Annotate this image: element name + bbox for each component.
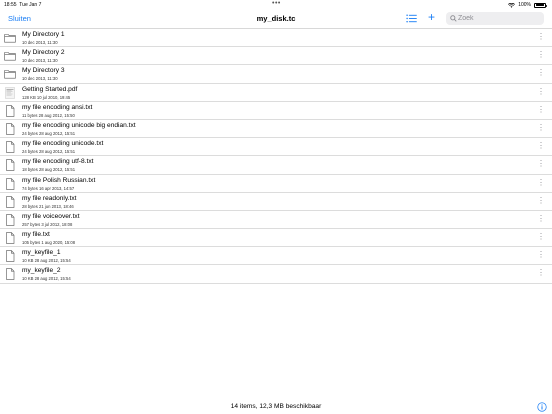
document-icon	[6, 177, 15, 190]
search-field[interactable]	[446, 12, 544, 25]
search-input[interactable]	[458, 12, 542, 25]
item-name: My Directory 3	[22, 67, 65, 75]
list-item[interactable]: my file.txt 105 bytes 1 aug 2020, 15:08 ⋮	[0, 229, 552, 248]
more-options-icon[interactable]: ⋮	[537, 67, 545, 79]
more-options-icon[interactable]: ⋮	[537, 122, 545, 134]
more-options-icon[interactable]: ⋮	[537, 158, 545, 170]
more-options-icon[interactable]: ⋮	[537, 249, 545, 261]
item-meta: 11 bytes 28 aug 2012, 15:50	[22, 112, 75, 118]
item-name: my file encoding unicode big endian.txt	[22, 121, 136, 129]
item-name: My Directory 1	[22, 31, 65, 38]
more-options-icon[interactable]: ⋮	[537, 86, 545, 98]
more-options-icon[interactable]: ⋮	[537, 177, 545, 189]
battery-icon	[534, 2, 548, 8]
storage-summary: 14 items, 12,3 MB beschikbaar	[230, 403, 322, 410]
more-options-icon[interactable]: ⋮	[537, 231, 545, 243]
document-icon	[6, 268, 15, 281]
more-options-icon[interactable]: ⋮	[537, 140, 545, 152]
multitasking-dots-icon[interactable]: •••	[272, 0, 281, 7]
more-options-icon[interactable]: ⋮	[537, 213, 545, 225]
list-item[interactable]: Getting Started.pdf 128 KB 10 jul 2010, 1…	[0, 84, 552, 102]
list-item[interactable]: my file voiceover.txt 257 bytes 3 jul 201…	[0, 211, 552, 230]
document-icon	[6, 159, 15, 172]
battery-percent: 100%	[518, 2, 531, 8]
list-item[interactable]: My Directory 3 10 dec 2013, 11:30 ⋮	[0, 65, 552, 84]
item-name: my file Polish Russian.txt	[22, 176, 96, 184]
document-icon	[6, 214, 15, 226]
list-item[interactable]: my file Polish Russian.txt 74 bytes 16 ap…	[0, 175, 552, 193]
wifi-icon	[508, 2, 516, 8]
item-meta: 74 bytes 16 apr 2013, 14:57	[22, 185, 75, 191]
more-options-icon[interactable]: ⋮	[537, 49, 545, 61]
item-meta: 10 dec 2013, 11:30	[22, 58, 58, 64]
item-meta: 257 bytes 3 jul 2012, 18:08	[22, 221, 73, 227]
search-icon	[450, 15, 457, 22]
document-icon	[6, 141, 15, 153]
document-icon	[6, 250, 15, 262]
folder-icon	[4, 70, 16, 79]
list-item[interactable]: my file encoding unicode big endian.txt 2…	[0, 120, 552, 139]
status-bar: 18:55 Tue Jan 7 ••• 100%	[0, 0, 552, 9]
list-item[interactable]: my file readonly.txt 28 bytes 21 jun 2013…	[0, 193, 552, 211]
document-icon	[6, 195, 15, 208]
folder-icon	[4, 52, 16, 61]
list-item[interactable]: my file encoding utf-8.txt 18 bytes 28 au…	[0, 156, 552, 175]
info-icon[interactable]	[537, 402, 547, 412]
item-name: my file readonly.txt	[22, 194, 77, 202]
list-item[interactable]: My Directory 1 10 dec 2013, 11:30 ⋮	[0, 29, 552, 48]
more-options-icon[interactable]: ⋮	[537, 104, 545, 116]
more-options-icon[interactable]: ⋮	[537, 31, 545, 43]
item-meta: 10 dec 2013, 11:30	[22, 76, 58, 82]
status-right: 100%	[508, 2, 548, 8]
list-item[interactable]: my file encoding unicode.txt 24 bytes 28 …	[0, 138, 552, 157]
item-meta: 10 KB 28 aug 2012, 15:54	[22, 258, 71, 264]
list-item[interactable]: My Directory 2 10 dec 2013, 11:30 ⋮	[0, 47, 552, 66]
list-view-icon[interactable]	[406, 13, 417, 24]
item-name: my file encoding ansi.txt	[22, 103, 93, 111]
item-name: my file voiceover.txt	[22, 212, 80, 220]
item-meta: 10 dec 2013, 11:30	[22, 40, 58, 45]
item-meta: 105 bytes 1 aug 2020, 15:08	[22, 240, 76, 246]
item-name: my file encoding utf-8.txt	[22, 158, 94, 166]
list-item[interactable]: my file encoding ansi.txt 11 bytes 28 aug…	[0, 102, 552, 120]
item-meta: 18 bytes 28 aug 2012, 15:51	[22, 167, 76, 173]
item-name: my_keyfile_1	[22, 249, 61, 257]
pdf-thumbnail-icon	[5, 86, 15, 99]
list-item[interactable]: my_keyfile_2 10 KB 28 aug 2012, 15:54 ⋮	[0, 265, 552, 284]
item-meta: 28 bytes 21 jun 2013, 18:46	[22, 203, 74, 209]
item-meta: 24 bytes 28 aug 2012, 15:51	[22, 149, 76, 155]
add-button[interactable]: +	[428, 11, 435, 24]
document-icon	[6, 105, 15, 117]
navigation-bar: Sluiten my_disk.tc +	[0, 9, 552, 29]
document-icon	[6, 123, 15, 135]
more-options-icon[interactable]: ⋮	[537, 267, 545, 279]
file-list: My Directory 1 10 dec 2013, 11:30 ⋮ My Dire…	[0, 29, 552, 284]
item-meta: 24 bytes 28 aug 2012, 15:51	[22, 130, 76, 136]
item-name: my file.txt	[22, 231, 50, 239]
list-item[interactable]: my_keyfile_1 10 KB 28 aug 2012, 15:54 ⋮	[0, 247, 552, 266]
item-name: my_keyfile_2	[22, 267, 61, 275]
item-meta: 128 KB 10 jul 2010, 19:45	[22, 94, 71, 100]
item-name: Getting Started.pdf	[22, 85, 78, 93]
folder-icon	[4, 34, 16, 43]
item-name: My Directory 2	[22, 49, 65, 57]
item-meta: 10 KB 28 aug 2012, 15:54	[22, 276, 71, 282]
status-time: 18:55 Tue Jan 7	[4, 2, 42, 8]
document-icon	[6, 232, 15, 244]
more-options-icon[interactable]: ⋮	[537, 195, 545, 207]
item-name: my file encoding unicode.txt	[22, 140, 104, 148]
